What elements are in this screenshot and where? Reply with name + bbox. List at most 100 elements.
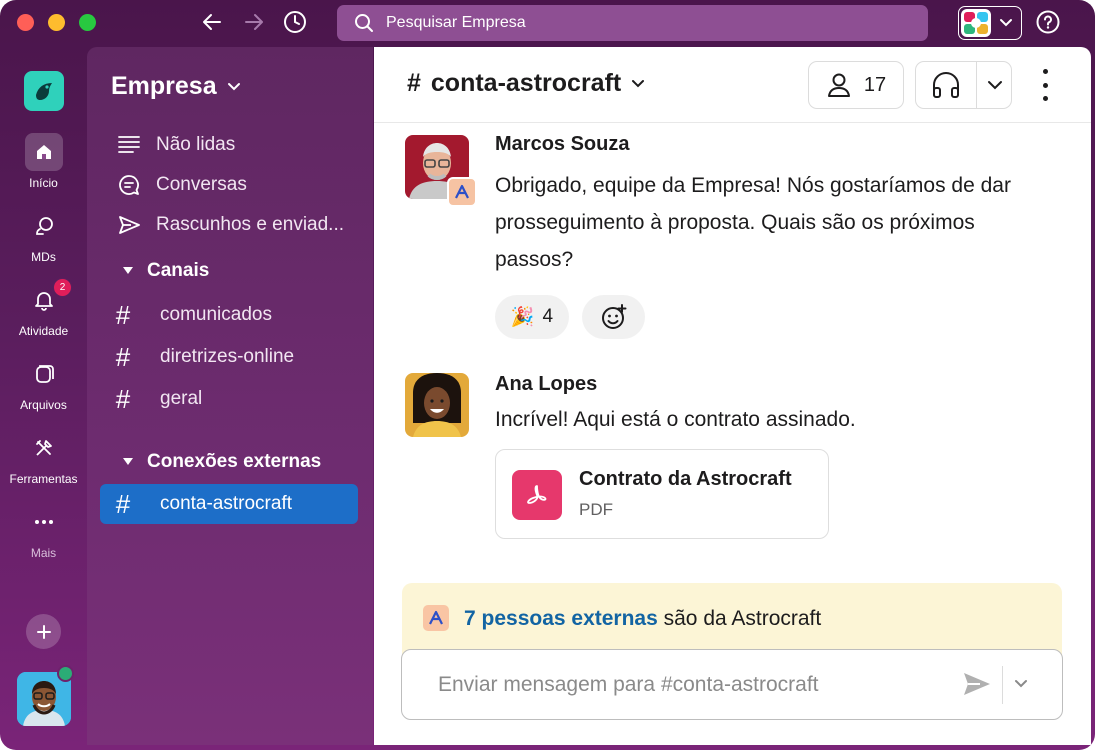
hash-icon: # (115, 299, 131, 330)
files-icon (25, 355, 63, 393)
members-button[interactable]: 17 (808, 61, 904, 109)
file-attachment[interactable]: Contrato da Astrocraft PDF (495, 449, 829, 539)
channel-geral[interactable]: # geral (100, 379, 358, 419)
hash-icon: # (115, 383, 131, 414)
message-text: Obrigado, equipe da Empresa! Nós gostarí… (495, 174, 1011, 271)
rail-label: MDs (31, 250, 56, 264)
left-rail: Início MDs 2 Atividade Arquivos Ferramen… (0, 47, 87, 750)
external-org-icon (447, 177, 477, 207)
rail-item-arquivos[interactable]: Arquivos (0, 355, 87, 412)
section-title: Canais (147, 260, 210, 281)
person-icon (827, 73, 850, 97)
caret-down-icon (123, 267, 133, 274)
message-author[interactable]: Ana Lopes (495, 373, 597, 396)
workspace-menu[interactable]: Empresa (111, 72, 241, 101)
rail-label: Início (29, 176, 58, 190)
channel-diretrizes-online[interactable]: # diretrizes-online (100, 337, 358, 377)
rail-item-inicio[interactable]: Início (0, 133, 87, 190)
file-type: PDF (579, 500, 613, 519)
more-icon (25, 503, 63, 541)
external-org-icon (423, 605, 449, 631)
home-icon (24, 133, 63, 171)
hash-icon: # (407, 69, 421, 97)
reaction-emoji: 🎉 (510, 307, 535, 328)
section-canais[interactable]: Canais (123, 260, 209, 282)
avatar[interactable] (405, 373, 469, 437)
send-icon (118, 214, 148, 236)
sidebar-item-rascunhos[interactable]: Rascunhos e enviad... (87, 206, 373, 244)
message-author[interactable]: Marcos Souza (495, 133, 629, 156)
external-people-link[interactable]: 7 pessoas externas (464, 607, 658, 630)
headphones-icon (933, 72, 959, 98)
channel-conta-astrocraft[interactable]: # conta-astrocraft (100, 484, 358, 524)
chevron-down-icon (1000, 19, 1012, 27)
file-name: Contrato da Astrocraft (579, 468, 792, 490)
message-text: Incrível! Aqui está o contrato assinado. (495, 408, 856, 431)
threads-icon (118, 174, 148, 196)
channel-view: # conta-astrocraft 17 Marcos Souza Obrig… (374, 47, 1091, 745)
sidebar-item-nao-lidas[interactable]: Não lidas (87, 126, 373, 164)
rail-item-mais[interactable]: Mais (0, 503, 87, 560)
rail-item-ferramentas[interactable]: Ferramentas (0, 429, 87, 486)
message-input[interactable] (436, 668, 920, 702)
more-options-icon[interactable] (1035, 69, 1055, 101)
section-title: Conexões externas (147, 451, 322, 472)
minimize-window-button[interactable] (48, 14, 65, 31)
rail-label: Ferramentas (9, 472, 78, 486)
zoom-window-button[interactable] (79, 14, 96, 31)
sidebar-item-label: Não lidas (156, 134, 236, 155)
add-emoji-icon (601, 304, 626, 329)
app-window: Pesquisar Empresa Início MDs 2 Atividade… (0, 0, 1095, 750)
rail-item-atividade[interactable]: 2 Atividade (0, 278, 87, 338)
channel-name: conta-astrocraft (430, 69, 622, 97)
app-logo-icon[interactable] (24, 71, 64, 111)
channel-comunicados[interactable]: # comunicados (100, 295, 358, 335)
chevron-down-icon[interactable] (1014, 676, 1028, 694)
channel-label: comunicados (160, 304, 272, 325)
workspace-switcher[interactable] (958, 6, 1022, 40)
send-icon[interactable] (962, 670, 992, 703)
unread-icon (118, 135, 148, 155)
chevron-down-icon (227, 82, 240, 90)
notification-badge: 2 (53, 278, 72, 297)
rail-item-mds[interactable]: MDs (0, 207, 87, 264)
channel-title-button[interactable]: # conta-astrocraft (407, 69, 645, 98)
hash-icon: # (115, 341, 131, 372)
dm-icon (25, 207, 63, 245)
sidebar-item-label: Rascunhos e enviad... (156, 214, 345, 235)
rail-label: Atividade (18, 324, 69, 338)
sidebar-item-label: Conversas (156, 174, 247, 195)
huddle-button[interactable] (915, 61, 1012, 109)
member-count: 17 (863, 73, 887, 96)
section-conexoes-externas[interactable]: Conexões externas (123, 451, 321, 473)
workspace-name: Empresa (111, 72, 217, 100)
external-banner-rest: são da Astrocraft (657, 607, 822, 630)
back-arrow-icon[interactable] (198, 8, 226, 36)
add-reaction-button[interactable] (582, 295, 645, 339)
workspace-logo-icon (961, 9, 991, 37)
sidebar-item-conversas[interactable]: Conversas (87, 166, 373, 204)
pdf-icon (512, 470, 562, 520)
channel-label: conta-astrocraft (160, 493, 292, 514)
forward-arrow-icon[interactable] (240, 8, 268, 36)
channel-header: # conta-astrocraft 17 (374, 47, 1091, 123)
search-placeholder: Pesquisar Empresa (386, 14, 526, 31)
reaction-button[interactable]: 🎉 4 (495, 295, 569, 339)
history-clock-icon[interactable] (281, 8, 309, 36)
close-window-button[interactable] (17, 14, 34, 31)
channel-label: geral (160, 388, 203, 409)
online-status-icon (57, 665, 74, 682)
tools-icon (25, 429, 63, 467)
plus-icon (36, 624, 51, 639)
search-icon (355, 14, 373, 32)
chevron-down-icon (988, 81, 1002, 90)
reaction-count: 4 (542, 306, 554, 327)
divider (1002, 666, 1003, 704)
help-icon[interactable] (1036, 10, 1060, 34)
channel-label: diretrizes-online (160, 346, 295, 367)
add-workspace-button[interactable] (26, 614, 61, 649)
chevron-down-icon (632, 79, 645, 87)
external-banner-text: 7 pessoas externas são da Astrocraft (464, 607, 821, 631)
caret-down-icon (123, 458, 133, 465)
search-bar[interactable]: Pesquisar Empresa (337, 5, 928, 41)
